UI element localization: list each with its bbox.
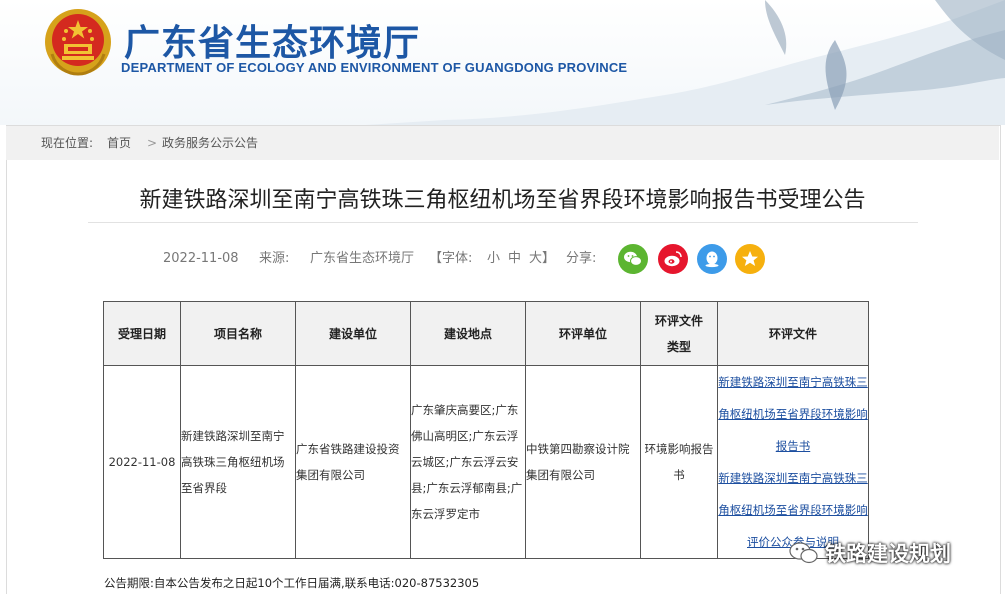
qq-share-button[interactable] <box>697 244 727 274</box>
wechat-watermark-icon <box>789 542 818 564</box>
header-doc-type-line1: 环评文件 <box>654 313 703 328</box>
qq-icon <box>705 251 719 268</box>
table-header-row: 受理日期 项目名称 建设单位 建设地点 环评单位 环评文件类型 环评文件 <box>103 301 869 366</box>
site-title-en: DEPARTMENT OF ECOLOGY AND ENVIRONMENT OF… <box>121 60 628 75</box>
source-value: 广东省生态环境厅 <box>310 251 415 266</box>
notice-period-text: 公告期限:自本公告发布之日起10个工作日届满,联系电话:020-87532305 <box>104 576 480 590</box>
font-small-button[interactable]: 小 <box>487 250 500 268</box>
header-date: 受理日期 <box>103 301 181 366</box>
national-emblem-icon <box>45 9 111 76</box>
weibo-icon <box>664 251 682 267</box>
font-medium-button[interactable]: 中 <box>508 250 521 268</box>
header-doc-type: 环评文件 类型 <box>640 301 718 366</box>
watermark-text: 铁路建设规划 <box>825 542 951 566</box>
header-doc-type-line2: 类型 <box>666 339 691 354</box>
font-size-label: 【字体: <box>429 251 473 266</box>
breadcrumb-separator: > <box>147 136 158 150</box>
qzone-share-button[interactable] <box>735 244 765 274</box>
wechat-icon <box>624 251 642 266</box>
cell-docs: 新建铁路深圳至南宁高铁珠三角枢纽机场至省界段环境影响报告书 新建铁路深圳至南宁高… <box>717 365 869 559</box>
font-large-button[interactable]: 大】 <box>529 250 555 268</box>
eia-report-link[interactable]: 新建铁路深圳至南宁高铁珠三角枢纽机场至省界段环境影响报告书 <box>718 366 868 462</box>
table-row: 2022-11-08 新建铁路深圳至南宁高铁珠三角枢纽机场至省界段 广东省铁路建… <box>103 365 869 559</box>
breadcrumb-prefix: 现在位置: <box>41 136 94 150</box>
header-builder: 建设单位 <box>295 301 411 366</box>
header-location: 建设地点 <box>410 301 526 366</box>
breadcrumb-current-link[interactable]: 政务服务公示公告 <box>162 126 258 160</box>
title-divider <box>88 222 918 223</box>
acceptance-table: 受理日期 项目名称 建设单位 建设地点 环评单位 环评文件类型 环评文件 202… <box>103 301 869 559</box>
header-project: 项目名称 <box>180 301 296 366</box>
weibo-share-button[interactable] <box>658 244 688 274</box>
cell-project: 新建铁路深圳至南宁高铁珠三角枢纽机场至省界段 <box>180 365 296 559</box>
publish-date: 2022-11-08 <box>163 251 239 266</box>
header-eia-unit: 环评单位 <box>525 301 641 366</box>
cell-location: 广东肇庆高要区;广东佛山高明区;广东云浮云城区;广东云浮云安县;广东云浮郁南县;… <box>410 365 526 559</box>
cell-date: 2022-11-08 <box>103 365 181 559</box>
watermark: 铁路建设规划 <box>787 537 951 567</box>
cell-builder: 广东省铁路建设投资集团有限公司 <box>295 365 411 559</box>
page-title: 新建铁路深圳至南宁高铁珠三角枢纽机场至省界段环境影响报告书受理公告 <box>139 188 866 213</box>
cell-eia-unit: 中铁第四勘察设计院集团有限公司 <box>525 365 641 559</box>
source-label: 来源: <box>259 251 290 266</box>
site-header: 广东省生态环境厅 DEPARTMENT OF ECOLOGY AND ENVIR… <box>0 0 1005 125</box>
share-label: 分享: <box>566 251 597 266</box>
breadcrumb: 现在位置: 首页 > 政务服务公示公告 <box>6 126 999 160</box>
breadcrumb-home-link[interactable]: 首页 <box>107 126 131 160</box>
qzone-icon <box>742 251 758 266</box>
header-docs: 环评文件 <box>717 301 869 366</box>
cell-doc-type: 环境影响报告书 <box>640 365 718 559</box>
wechat-share-button[interactable] <box>618 244 648 274</box>
site-title-cn[interactable]: 广东省生态环境厅 <box>124 14 420 66</box>
